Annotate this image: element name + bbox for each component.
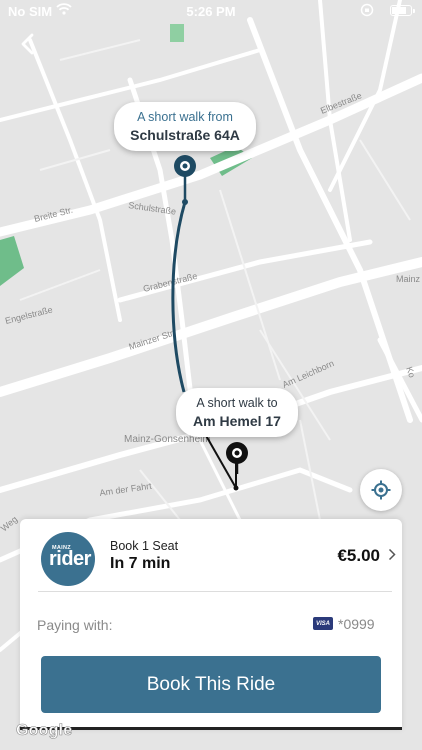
locate-button[interactable] — [360, 469, 402, 511]
clock: 5:26 PM — [186, 4, 236, 19]
mainz-rider-logo: MAINZ rider — [41, 532, 95, 586]
pickup-bubble: A short walk from Schulstraße 64A — [114, 102, 256, 151]
ride-card: MAINZ rider Book 1 Seat In 7 min €5.00 P… — [20, 519, 402, 730]
pickup-caption: A short walk from — [137, 110, 233, 124]
payment-card-number[interactable]: *0999 — [338, 616, 375, 632]
divider — [38, 591, 392, 592]
locate-icon — [371, 480, 391, 500]
dropoff-caption: A short walk to — [196, 396, 278, 410]
payment-label: Paying with: — [37, 617, 113, 633]
ride-title: Book 1 Seat — [110, 539, 179, 553]
ride-price: €5.00 — [337, 546, 380, 565]
park-area — [170, 24, 184, 42]
orientation-lock-icon — [360, 3, 374, 20]
ride-eta: In 7 min — [110, 555, 171, 572]
back-button[interactable] — [12, 28, 44, 60]
visa-card-icon: VISA — [313, 617, 333, 630]
book-ride-button[interactable]: Book This Ride — [41, 656, 381, 713]
chevron-right-icon — [388, 548, 396, 561]
pickup-address: Schulstraße 64A — [130, 127, 240, 143]
ride-option[interactable]: MAINZ rider Book 1 Seat In 7 min €5.00 — [20, 519, 402, 591]
logo-main-text: rider — [49, 548, 91, 570]
google-logo: Google — [16, 722, 73, 740]
chevron-left-icon — [21, 33, 34, 55]
status-bar: No SIM 5:26 PM — [0, 0, 422, 22]
battery-icon — [390, 5, 415, 16]
dropoff-address: Am Hemel 17 — [193, 413, 281, 429]
dropoff-bubble: A short walk to Am Hemel 17 — [176, 388, 298, 437]
street-label: Mainz — [396, 274, 421, 284]
walk-end-dot — [233, 485, 239, 491]
